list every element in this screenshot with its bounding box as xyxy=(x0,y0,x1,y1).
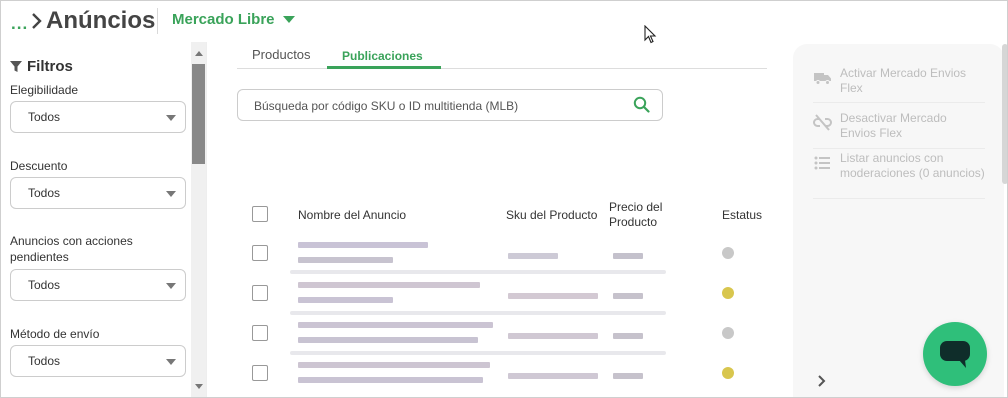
column-header-nombre[interactable]: Nombre del Anuncio xyxy=(298,208,406,223)
filter-select-descuento[interactable]: Todos xyxy=(10,177,186,209)
redacted-text xyxy=(298,242,428,248)
filter-funnel-icon xyxy=(10,60,22,72)
redacted-text xyxy=(298,257,393,263)
action-divider xyxy=(813,148,985,149)
filter-select-metodo-envio[interactable]: Todos xyxy=(10,345,186,377)
filters-title: Filtros xyxy=(27,58,73,75)
filter-label-acciones-pendientes: Anuncios con acciones pendientes xyxy=(10,234,133,264)
action-label: Desactivar Mercado Envios Flex xyxy=(840,111,947,140)
truck-icon xyxy=(814,73,831,85)
chevron-down-icon xyxy=(166,283,176,289)
chat-button[interactable] xyxy=(923,322,987,386)
column-header-sku[interactable]: Sku del Producto xyxy=(506,208,597,223)
chevron-down-icon xyxy=(166,115,176,121)
redacted-text xyxy=(298,337,478,343)
filter-select-value: Todos xyxy=(28,278,61,292)
active-tab-indicator xyxy=(327,66,441,69)
scrollbar-thumb[interactable] xyxy=(192,64,205,164)
store-selector[interactable]: Mercado Libre xyxy=(172,11,295,28)
chat-bubble-icon xyxy=(940,341,970,368)
header-divider xyxy=(157,8,158,34)
table-row[interactable] xyxy=(242,355,762,393)
search-input[interactable]: Búsqueda por código SKU o ID multitienda… xyxy=(237,89,663,121)
redacted-text xyxy=(298,377,483,383)
chevron-right-icon[interactable] xyxy=(817,374,827,388)
redacted-text xyxy=(298,322,493,328)
table-row[interactable] xyxy=(242,275,762,313)
filter-label-elegibilidade: Elegibilidade xyxy=(10,83,79,97)
redacted-text xyxy=(508,253,558,259)
chevron-down-icon xyxy=(282,16,295,23)
chevron-down-icon xyxy=(166,359,176,365)
scroll-up-icon[interactable] xyxy=(195,51,203,56)
filter-select-value: Todos xyxy=(28,186,61,200)
list-icon xyxy=(814,156,830,170)
column-header-precio[interactable]: Precio del Producto xyxy=(609,200,689,230)
filter-select-value: Todos xyxy=(28,110,61,124)
action-label: Activar Mercado Envios Flex xyxy=(840,66,967,95)
tab-productos[interactable]: Productos xyxy=(252,47,311,62)
redacted-text xyxy=(613,373,643,379)
filter-select-acciones-pendientes[interactable]: Todos xyxy=(10,269,186,301)
row-checkbox[interactable] xyxy=(252,365,268,381)
scroll-down-icon[interactable] xyxy=(195,384,203,389)
column-header-estatus[interactable]: Estatus xyxy=(722,208,762,223)
action-listar-moderaciones[interactable]: Listar anuncios con moderaciones (0 anun… xyxy=(813,151,985,181)
filters-heading: Filtros xyxy=(10,58,73,75)
redacted-text xyxy=(508,333,598,339)
action-desactivar-flex[interactable]: Desactivar Mercado Envios Flex xyxy=(813,111,985,141)
row-checkbox[interactable] xyxy=(252,325,268,341)
filter-select-value: Todos xyxy=(28,354,61,368)
redacted-text xyxy=(613,333,643,339)
unlink-icon xyxy=(813,114,832,131)
status-dot xyxy=(722,327,734,339)
filter-label-descuento: Descuento xyxy=(10,159,68,173)
action-divider xyxy=(813,198,985,199)
chevron-right-icon xyxy=(32,13,42,29)
action-label: Listar anuncios con moderaciones (0 anun… xyxy=(840,151,985,180)
store-name: Mercado Libre xyxy=(172,11,275,28)
action-activar-flex[interactable]: Activar Mercado Envios Flex xyxy=(813,66,985,96)
mouse-cursor-icon xyxy=(644,25,657,44)
tabs-divider xyxy=(237,68,767,69)
redacted-text xyxy=(508,293,598,299)
page-title: Anúncios xyxy=(46,7,156,34)
status-dot xyxy=(722,247,734,259)
chevron-down-icon xyxy=(166,191,176,197)
row-checkbox[interactable] xyxy=(252,245,268,261)
filter-label-metodo-envio: Método de envío xyxy=(10,327,100,341)
panel-scrollbar[interactable] xyxy=(1002,44,1008,184)
search-placeholder: Búsqueda por código SKU o ID multitienda… xyxy=(254,99,519,113)
filter-select-elegibilidade[interactable]: Todos xyxy=(10,101,186,133)
filters-sidebar: Filtros Elegibilidade Todos Descuento To… xyxy=(0,42,207,398)
breadcrumb-back-link[interactable]: ... xyxy=(11,14,28,34)
select-all-checkbox[interactable] xyxy=(252,206,268,222)
redacted-text xyxy=(298,282,480,288)
top-header: ... Anúncios Mercado Libre xyxy=(0,0,1008,44)
redacted-text xyxy=(298,362,490,368)
action-divider xyxy=(813,102,985,103)
sidebar-scrollbar[interactable] xyxy=(191,42,206,398)
redacted-text xyxy=(298,297,393,303)
row-checkbox[interactable] xyxy=(252,285,268,301)
redacted-text xyxy=(613,293,643,299)
redacted-text xyxy=(508,373,598,379)
tab-publicaciones[interactable]: Publicaciones xyxy=(342,49,423,63)
redacted-text xyxy=(613,253,643,259)
status-dot xyxy=(722,287,734,299)
table-row[interactable] xyxy=(242,315,762,353)
row-divider xyxy=(290,270,666,274)
search-icon[interactable] xyxy=(633,96,650,113)
status-dot xyxy=(722,367,734,379)
